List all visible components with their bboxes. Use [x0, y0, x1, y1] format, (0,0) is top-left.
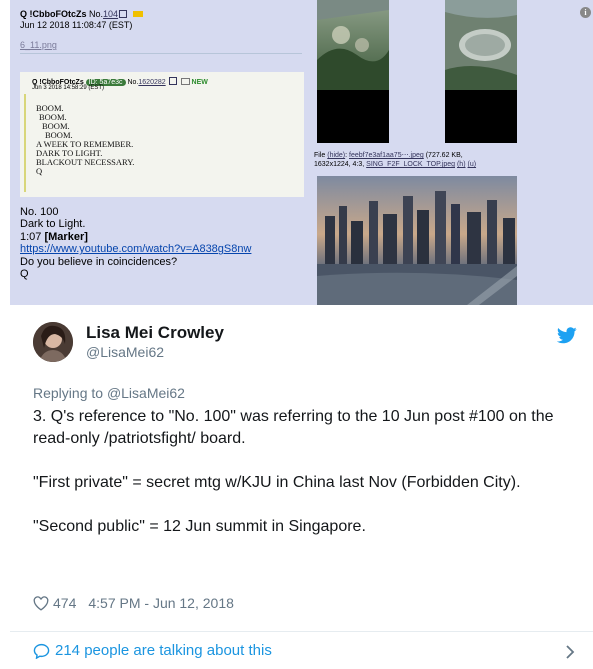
post-line: 1:07 [Marker]	[20, 231, 251, 243]
tweet-meta: 474 4:57 PM - Jun 12, 2018	[33, 595, 234, 611]
chan-post: Q !CbboFOtcZs No.104 Jun 12 2018 11:08:4…	[10, 0, 310, 305]
external-link-icon	[119, 10, 128, 18]
like-count[interactable]: 474	[53, 595, 76, 611]
file-prefix: File	[314, 152, 326, 159]
tweet-paragraph: 3. Q's reference to "No. 100" was referr…	[33, 408, 554, 447]
quoted-date: Jun 3 2018 14:58:29 (EST)	[32, 85, 105, 91]
quoted-no-label: No.	[127, 79, 139, 86]
tweet-paragraph: "First private" = secret mtg w/KJU in Ch…	[33, 474, 521, 491]
marker-label: [Marker]	[44, 230, 88, 243]
thumbnail	[445, 0, 517, 143]
original-filename-link: SING_F2F_LOCK_TOP.jpeg	[366, 161, 456, 168]
display-name[interactable]: Lisa Mei Crowley	[86, 323, 224, 343]
post-header: Q !CbboFOtcZs No.104	[20, 9, 144, 19]
flag-icon	[133, 11, 144, 17]
talking-count-label[interactable]: 214 people are talking about this	[55, 642, 272, 659]
post-line: Dark to Light.	[20, 218, 86, 231]
post-no-label: No.	[89, 9, 104, 19]
post-line: Q	[20, 268, 29, 281]
file-caption: File (hide): feebf7e3af1aa75⋯.jpeg (727.…	[314, 152, 477, 168]
h-link: (h)	[456, 161, 466, 168]
quoted-post-image: Q !CbboFOtcZs ID: 5a7e3c No.1620282 NEW …	[20, 72, 304, 197]
heart-icon[interactable]	[33, 595, 49, 611]
quote-bar	[24, 94, 26, 192]
file-dims: 1632x1224, 4:3,	[314, 161, 365, 168]
divider	[20, 53, 302, 54]
youtube-link: https://www.youtube.com/watch?v=A838gS8n…	[20, 243, 252, 256]
tweet-timestamp[interactable]: 4:57 PM - Jun 12, 2018	[88, 595, 234, 611]
aerial-photo	[445, 0, 517, 90]
aerial-photo	[317, 0, 389, 90]
post-number-link: 104	[103, 9, 119, 19]
post-line: No. 100	[20, 206, 59, 218]
quote-line: Q	[36, 166, 43, 176]
avatar-image	[33, 322, 73, 362]
twitter-bird-icon[interactable]	[557, 327, 577, 344]
chevron-right-icon[interactable]	[565, 644, 575, 660]
post-body: No. 100 Dark to Light. 1:07 [Marker] htt…	[20, 206, 251, 280]
post-line: https://www.youtube.com/watch?v=A838gS8n…	[20, 243, 251, 255]
hide-link: (hide)	[327, 152, 346, 159]
document-icon	[180, 78, 190, 85]
post-line: Do you believe in coincidences?	[20, 255, 178, 268]
embedded-screenshot: Q !CbboFOtcZs No.104 Jun 12 2018 11:08:4…	[10, 0, 593, 305]
avatar[interactable]	[33, 322, 73, 362]
file-size: (727.62 KB,	[425, 152, 463, 159]
thumbnail	[317, 0, 389, 143]
conversation-link[interactable]: 214 people are talking about this	[33, 642, 272, 659]
post-date: Jun 12 2018 11:08:47 (EST)	[20, 20, 133, 30]
new-badge: NEW	[191, 79, 208, 86]
reply-prefix: Replying to	[33, 385, 104, 401]
tweet-paragraph: "Second public" = 12 Jun summit in Singa…	[33, 518, 366, 535]
skyline-image	[317, 176, 517, 305]
tweet-text: 3. Q's reference to "No. 100" was referr…	[33, 406, 573, 538]
time-code: 1:07	[20, 230, 42, 243]
speech-bubble-icon	[33, 643, 50, 659]
reply-context: Replying to @LisaMei62	[33, 385, 185, 401]
file-link: 6_11.png	[20, 40, 57, 50]
u-link: (u)	[467, 161, 477, 168]
user-handle[interactable]: @LisaMei62	[86, 344, 164, 360]
post-author: Q !CbboFOtcZs	[20, 9, 87, 19]
divider	[10, 631, 593, 632]
tweet-card: Lisa Mei Crowley @LisaMei62 Replying to …	[0, 305, 593, 669]
reply-handle[interactable]: @LisaMei62	[107, 385, 185, 401]
attachments-column: File (hide): feebf7e3af1aa75⋯.jpeg (727.…	[310, 0, 593, 305]
external-link-icon	[168, 77, 177, 85]
quote-line: BLACKOUT NECESSARY.	[36, 157, 135, 167]
filename-link: feebf7e3af1aa75⋯.jpeg	[349, 152, 424, 159]
city-skyline-photo	[317, 176, 517, 305]
info-icon[interactable]: i	[580, 7, 591, 18]
quoted-number-link: 1620282	[138, 79, 166, 86]
